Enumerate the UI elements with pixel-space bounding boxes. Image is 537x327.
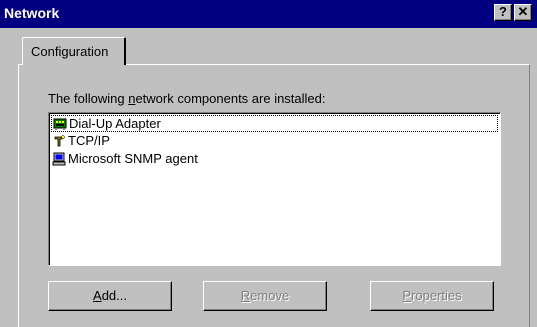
tab-configuration[interactable]: Configuration — [22, 37, 126, 65]
help-button[interactable]: ? — [494, 4, 512, 21]
remove-label-rest: emove — [250, 288, 290, 303]
properties-label-rest: roperties — [411, 288, 462, 303]
list-item-label: TCP/IP — [68, 133, 110, 148]
components-label-end: etwork components are installed: — [135, 91, 326, 106]
remove-accelerator: R — [240, 288, 251, 303]
close-button[interactable]: ✕ — [514, 4, 532, 21]
properties-accelerator: P — [402, 288, 412, 303]
service-icon — [52, 152, 66, 166]
components-label-start: The following — [48, 91, 129, 106]
remove-button[interactable]: Remove — [203, 281, 327, 311]
network-adapter-icon — [53, 118, 67, 130]
protocol-icon — [54, 135, 65, 147]
list-item-label: Dial-Up Adapter — [69, 116, 161, 131]
add-button[interactable]: Add... — [48, 281, 172, 311]
properties-button[interactable]: Properties — [370, 281, 494, 311]
components-label: The following network components are ins… — [48, 91, 326, 106]
title-bar[interactable]: Network ? ✕ — [0, 0, 537, 28]
list-item-label: Microsoft SNMP agent — [68, 151, 198, 166]
list-item-dial-up-adapter[interactable]: Dial-Up Adapter — [51, 115, 498, 132]
tab-label: Configuration — [31, 44, 109, 59]
add-label-rest: dd... — [101, 288, 127, 303]
components-listbox[interactable]: Dial-Up Adapter TCP/IP Microsoft SNMP ag… — [48, 112, 501, 266]
add-accelerator: A — [93, 288, 102, 303]
list-item-tcp-ip[interactable]: TCP/IP — [51, 133, 498, 150]
list-item-microsoft-snmp-agent[interactable]: Microsoft SNMP agent — [51, 151, 498, 168]
window-title: Network — [4, 5, 60, 21]
